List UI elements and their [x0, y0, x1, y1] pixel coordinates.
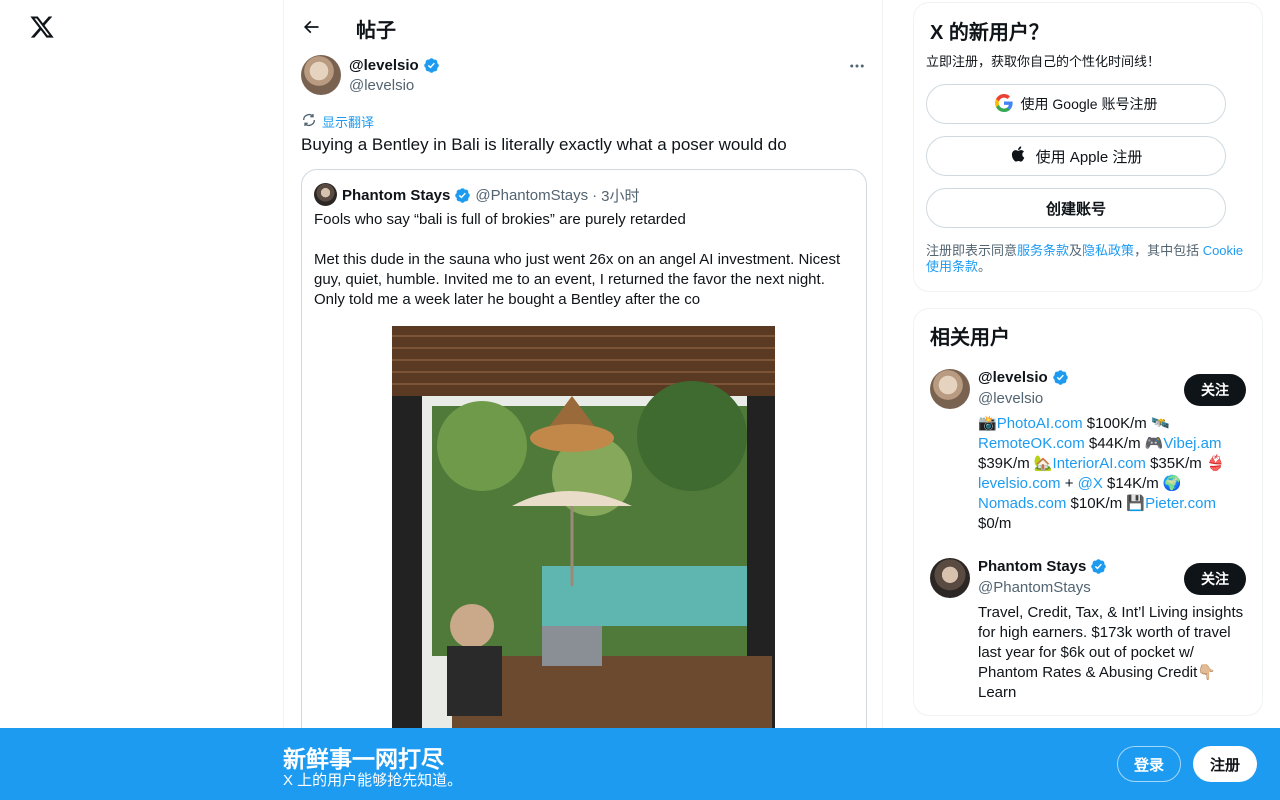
tweet-text: Buying a Bentley in Bali is literally ex… [301, 135, 787, 154]
google-signup-button[interactable]: 使用 Google 账号注册 [926, 84, 1226, 124]
bio-link[interactable]: RemoteOK.com [978, 435, 1085, 452]
signup-subtitle: 立即注册，获取你自己的个性化时间线！ [926, 54, 1161, 69]
create-account-button[interactable]: 创建账号 [926, 188, 1226, 228]
quoted-photo[interactable] [392, 326, 775, 736]
signup-banner: 新鲜事一网打尽 X 上的用户能够抢先知道。 登录 注册 [0, 728, 1280, 800]
bio-text: + [1060, 475, 1078, 492]
bio-link[interactable]: Pieter.com [1145, 495, 1216, 512]
apple-icon [1010, 145, 1028, 167]
terms-text: 注册即表示同意服务条款及隐私政策，其中包括 Cookie 使用条款。 [926, 243, 1251, 275]
translate-link[interactable]: 显示翻译 [301, 112, 374, 131]
related-users-card: 相关用户 @levelsio @levelsio 关注 📸PhotoAI.com… [913, 308, 1263, 716]
bio-link[interactable]: Nomads.com [978, 495, 1066, 512]
bio-link[interactable]: InteriorAI.com [1053, 455, 1146, 472]
translate-label[interactable]: 显示翻译 [322, 112, 374, 131]
bio-text: 📸 [978, 415, 997, 432]
quoted-text-line: Met this dude in the sauna who just went… [314, 251, 841, 308]
related-user-bio: Travel, Credit, Tax, & Int’l Living insi… [978, 604, 1244, 701]
right-sidebar: X 的新用户？ 立即注册，获取你自己的个性化时间线！ 使用 Google 账号注… [913, 2, 1263, 716]
verified-badge-icon [423, 57, 440, 74]
bio-text: $0/m [978, 515, 1012, 532]
quoted-text-line: Fools who say “bali is full of brokies” … [314, 211, 686, 228]
apple-signup-button[interactable]: 使用 Apple 注册 [926, 136, 1226, 176]
bio-link[interactable]: levelsio.com [978, 475, 1061, 492]
signup-title: X 的新用户？ [930, 22, 1049, 44]
terms-mid: ，其中包括 [1134, 243, 1203, 258]
related-user-avatar[interactable] [930, 369, 970, 409]
apple-signup-label[interactable]: 使用 Apple 注册 [1036, 146, 1143, 167]
author-name[interactable]: @levelsio [349, 57, 419, 74]
related-user-name-row[interactable]: Phantom Stays [978, 558, 1107, 575]
author-name-row[interactable]: @levelsio [349, 57, 440, 74]
page-title: 帖子 [356, 20, 396, 42]
quoted-header: Phantom Stays @PhantomStays · 3小时 [342, 185, 640, 206]
create-account-label[interactable]: 创建账号 [1046, 198, 1106, 219]
bio-link[interactable]: Vibej.am [1163, 435, 1221, 452]
translate-icon [301, 112, 317, 131]
bio-text: $100K/m 🛰️ [1082, 415, 1170, 432]
related-title: 相关用户 [930, 327, 1010, 349]
related-user-name[interactable]: @levelsio [978, 369, 1048, 386]
related-user-bio: 📸PhotoAI.com $100K/m 🛰️ RemoteOK.com $44… [978, 414, 1248, 534]
main-column: 帖子 @levelsio @levelsio 显示翻译 Buying a Ben… [283, 0, 883, 800]
related-user-name[interactable]: Phantom Stays [978, 558, 1086, 575]
terms-link[interactable]: 服务条款 [1017, 243, 1069, 258]
follow-button[interactable]: 关注 [1184, 563, 1246, 595]
verified-badge-icon [454, 187, 471, 204]
page: 帖子 @levelsio @levelsio 显示翻译 Buying a Ben… [0, 0, 1280, 800]
terms-prefix: 注册即表示同意 [926, 243, 1018, 258]
top-bar: 帖子 [284, 0, 884, 53]
related-user-handle[interactable]: @PhantomStays [978, 579, 1091, 596]
google-signup-label[interactable]: 使用 Google 账号注册 [1021, 94, 1158, 114]
quoted-author-handle: @PhantomStays [475, 187, 589, 204]
verified-badge-icon [1090, 558, 1107, 575]
quoted-text-spacer [314, 230, 859, 250]
related-user[interactable]: @levelsio @levelsio 关注 📸PhotoAI.com $100… [930, 369, 1250, 539]
verified-badge-icon [1052, 369, 1069, 386]
signup-button[interactable]: 注册 [1193, 746, 1257, 782]
bio-text: $14K/m 🌍 [1102, 475, 1182, 492]
bio-text: $10K/m 💾 [1066, 495, 1146, 512]
terms-end: 。 [978, 259, 992, 274]
related-user-handle[interactable]: @levelsio [978, 390, 1043, 407]
bio-link[interactable]: PhotoAI.com [997, 415, 1083, 432]
related-user[interactable]: Phantom Stays @PhantomStays 关注 Travel, C… [930, 558, 1250, 708]
quoted-text: Fools who say “bali is full of brokies” … [314, 210, 859, 310]
author-handle[interactable]: @levelsio [349, 77, 414, 94]
more-icon[interactable] [846, 56, 868, 76]
login-button[interactable]: 登录 [1117, 746, 1181, 782]
signup-card: X 的新用户？ 立即注册，获取你自己的个性化时间线！ 使用 Google 账号注… [913, 2, 1263, 292]
x-logo-icon[interactable] [29, 14, 55, 40]
quoted-tweet[interactable]: Phantom Stays @PhantomStays · 3小时 Fools … [301, 169, 867, 789]
bio-link[interactable]: @X [1078, 475, 1103, 492]
related-user-avatar[interactable] [930, 558, 970, 598]
quoted-author-name: Phantom Stays [342, 187, 451, 204]
back-arrow-icon[interactable] [298, 14, 324, 40]
google-icon [994, 93, 1013, 115]
bio-text: $35K/m 👙 [1145, 455, 1225, 472]
banner-subtitle: X 上的用户能够抢先知道。 [283, 772, 463, 789]
follow-button[interactable]: 关注 [1184, 374, 1246, 406]
bio-text: $39K/m 🏡 [978, 455, 1053, 472]
terms-and: 及 [1069, 243, 1083, 258]
privacy-link[interactable]: 隐私政策 [1082, 243, 1134, 258]
quoted-separator: · [592, 187, 598, 204]
author-avatar[interactable] [301, 55, 341, 95]
left-nav [0, 0, 283, 800]
quoted-time: 3小时 [601, 188, 640, 205]
quoted-author-avatar [314, 183, 337, 206]
related-user-name-row[interactable]: @levelsio [978, 369, 1069, 386]
bio-text: $44K/m 🎮 [1084, 435, 1164, 452]
